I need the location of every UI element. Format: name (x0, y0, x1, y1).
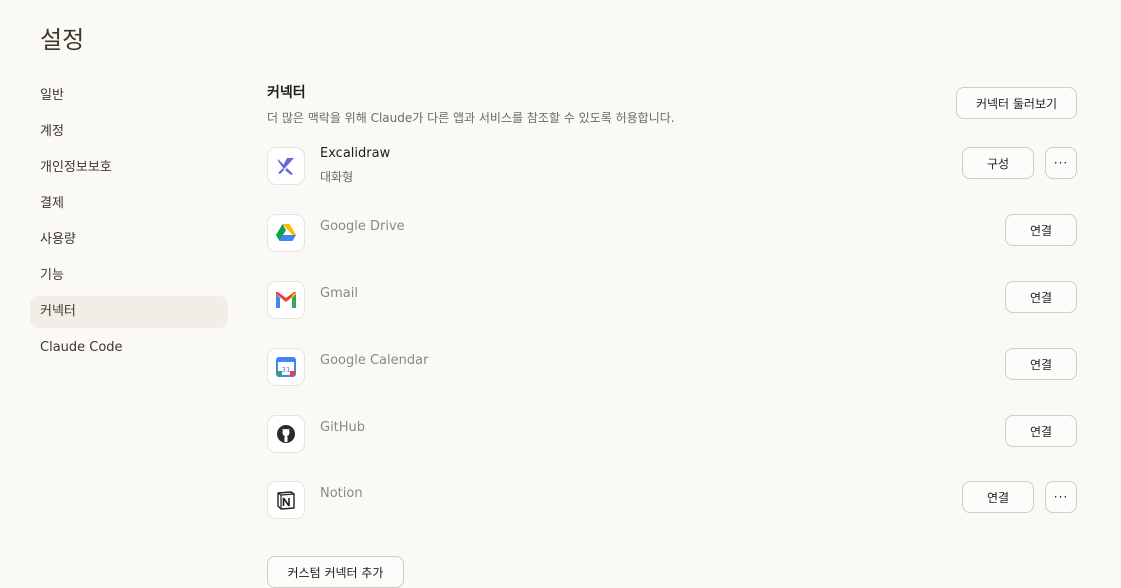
notion-icon (267, 481, 305, 519)
connect-button[interactable]: 연결 (1005, 348, 1077, 380)
connect-button[interactable]: 연결 (1005, 214, 1077, 246)
more-options-button[interactable]: ··· (1045, 481, 1077, 513)
sidebar-item-general[interactable]: 일반 (30, 80, 228, 112)
github-icon (267, 415, 305, 453)
sidebar-item-features[interactable]: 기능 (30, 260, 228, 292)
connectors-header: 커넥터 더 많은 맥락을 위해 Claude가 다른 앱과 서비스를 참조할 수… (267, 82, 1077, 142)
more-options-button[interactable]: ··· (1045, 147, 1077, 179)
connector-name: Google Calendar (320, 353, 429, 368)
connector-name: Gmail (320, 286, 358, 301)
connector-name: Google Drive (320, 219, 405, 234)
browse-connectors-button[interactable]: 커넥터 둘러보기 (956, 87, 1077, 119)
connect-button[interactable]: 연결 (1005, 415, 1077, 447)
connector-name: Excalidraw (320, 146, 391, 161)
sidebar-item-privacy[interactable]: 개인정보보호 (30, 152, 228, 184)
sidebar-item-billing[interactable]: 결제 (30, 188, 228, 220)
connector-row-google-drive: Google Drive 연결 (267, 214, 1077, 254)
connector-row-github: GitHub 연결 (267, 415, 1077, 455)
connector-subtitle: 대화형 (320, 170, 354, 184)
add-custom-connector-button[interactable]: 커스텀 커넥터 추가 (267, 556, 404, 588)
google-drive-icon (267, 214, 305, 252)
connect-button[interactable]: 연결 (1005, 281, 1077, 313)
connect-button[interactable]: 연결 (962, 481, 1034, 513)
connector-row-excalidraw: Excalidraw 대화형 구성 ··· (267, 146, 1077, 187)
connector-name: Notion (320, 486, 363, 501)
sidebar-item-connectors[interactable]: 커넥터 (30, 296, 228, 328)
connector-row-gmail: Gmail 연결 (267, 281, 1077, 321)
connectors-panel: 커넥터 더 많은 맥락을 위해 Claude가 다른 앱과 서비스를 참조할 수… (267, 82, 1077, 588)
google-calendar-icon: 31 (267, 348, 305, 386)
connector-row-notion: Notion 연결 ··· (267, 481, 1077, 521)
gmail-icon (267, 281, 305, 319)
configure-button[interactable]: 구성 (962, 147, 1034, 179)
excalidraw-icon (267, 147, 305, 185)
connector-row-google-calendar: 31 Google Calendar 연결 (267, 348, 1077, 388)
sidebar-item-usage[interactable]: 사용량 (30, 224, 228, 256)
page-title: 설정 (40, 26, 85, 54)
calendar-date-text: 31 (282, 366, 291, 374)
sidebar-item-claude-code[interactable]: Claude Code (30, 332, 228, 364)
connector-name: GitHub (320, 420, 366, 435)
settings-sidebar: 일반 계정 개인정보보호 결제 사용량 기능 커넥터 Claude Code (30, 80, 228, 368)
sidebar-item-account[interactable]: 계정 (30, 116, 228, 148)
